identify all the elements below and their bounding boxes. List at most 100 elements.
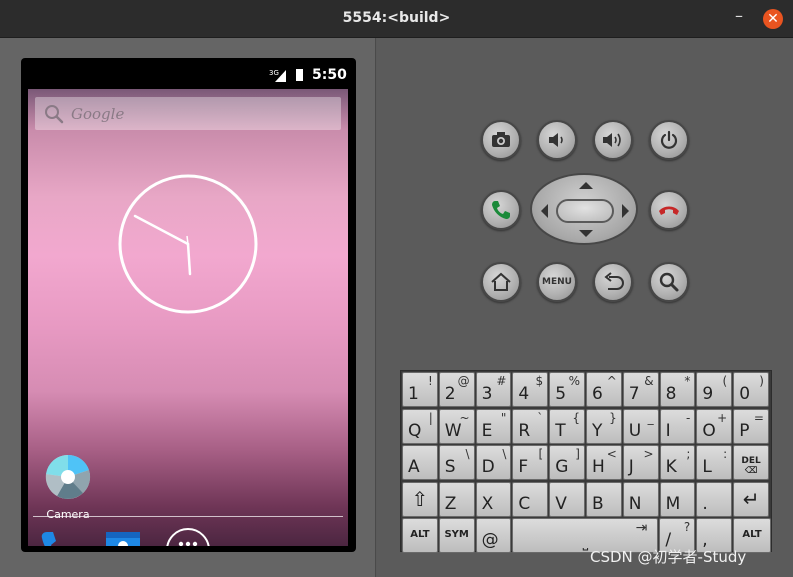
key-1-8[interactable]: O + xyxy=(696,408,733,444)
key-3-6[interactable]: N xyxy=(622,481,659,517)
key-2-7[interactable]: K; xyxy=(659,445,696,480)
key-2-2[interactable]: D \ xyxy=(475,445,512,480)
key-3-3[interactable]: C xyxy=(512,481,549,517)
key-2-4[interactable]: G] xyxy=(549,445,585,480)
key-1-4[interactable]: T{ xyxy=(549,408,585,444)
key-shift-label: > xyxy=(643,447,654,461)
volume-down-button[interactable] xyxy=(537,120,577,160)
google-search-bar[interactable]: Google xyxy=(35,97,341,130)
key-0-1[interactable]: 2 @ xyxy=(438,372,475,407)
key-1-0[interactable]: Q | xyxy=(402,408,438,444)
key-label: H xyxy=(592,457,605,477)
dpad-down-icon[interactable] xyxy=(579,230,593,237)
key-3-0[interactable]: ⇧ xyxy=(402,481,438,517)
device-screen[interactable]: 3G 5:50 Google Camera xyxy=(28,62,348,546)
volume-up-button[interactable] xyxy=(593,120,633,160)
key-3-7[interactable]: M xyxy=(659,481,696,517)
key-0-6[interactable]: 7 & xyxy=(622,372,659,407)
contacts-icon[interactable] xyxy=(103,529,143,546)
key-0-0[interactable]: 1! xyxy=(402,372,438,407)
search-button[interactable] xyxy=(649,262,689,302)
key-2-5[interactable]: H < xyxy=(586,445,622,480)
key-0-7[interactable]: 8 * xyxy=(659,372,696,407)
key-shift-label: } xyxy=(609,410,617,425)
camera-icon xyxy=(492,132,510,147)
key-shift-label: # xyxy=(496,374,507,388)
key-3-8[interactable]: . xyxy=(696,481,733,517)
analog-clock-widget[interactable] xyxy=(118,174,258,314)
menu-label: MENU xyxy=(542,277,572,287)
key-0-9[interactable]: 0) xyxy=(733,372,769,407)
dpad-center-button[interactable] xyxy=(556,199,614,223)
key-shift-label: % xyxy=(568,374,580,388)
key-2-3[interactable]: F[ xyxy=(512,445,549,480)
key-label: 2 xyxy=(444,384,456,404)
key-0-5[interactable]: 6 ^ xyxy=(586,372,622,407)
call-button[interactable] xyxy=(481,190,521,230)
window-titlebar: 5554:<build> – ✕ xyxy=(0,0,793,38)
key-label: 5 xyxy=(555,384,567,404)
key-label: V xyxy=(555,493,567,514)
watermark: CSDN @初学者-Study xyxy=(590,548,747,566)
key-1-1[interactable]: W ~ xyxy=(438,408,475,444)
key-label: O xyxy=(702,420,716,441)
app-drawer-icon[interactable] xyxy=(166,528,210,546)
key-1-6[interactable]: U _ xyxy=(622,408,659,444)
camera-button[interactable] xyxy=(481,120,521,160)
key-shift-label: : xyxy=(723,447,728,461)
close-button[interactable]: ✕ xyxy=(763,9,783,29)
key-3-2[interactable]: X xyxy=(475,481,512,517)
home-button[interactable] xyxy=(481,262,521,302)
search-icon xyxy=(659,272,679,292)
key-label: P xyxy=(739,420,750,441)
key-3-5[interactable]: B xyxy=(586,481,622,517)
key-0-3[interactable]: 4 $ xyxy=(512,372,549,407)
key-shift-label: ^ xyxy=(606,374,617,388)
key-shift-label: $ xyxy=(535,374,544,388)
phone-icon[interactable] xyxy=(38,528,80,546)
camera-shutter-icon[interactable] xyxy=(45,454,91,500)
menu-button[interactable]: MENU xyxy=(537,262,577,302)
key-shift-label: ; xyxy=(686,447,691,461)
key-1-3[interactable]: R ` xyxy=(512,408,549,444)
key-label: Q xyxy=(408,420,422,441)
dpad-right-icon[interactable] xyxy=(622,204,629,218)
qwerty-keyboard: 1! 2 @3 #4 $5% 6 ^ 7 & 8 * 9(0) Q | W ~ E " R ` T{Y} U _ I - O + P =… xyxy=(400,370,772,553)
back-button[interactable] xyxy=(593,262,633,302)
key-bottom-at[interactable]: @ xyxy=(475,518,512,553)
key-shift-label: ] xyxy=(575,447,580,461)
key-label: 7 xyxy=(628,384,640,404)
power-button[interactable] xyxy=(649,120,689,160)
key-2-6[interactable]: J > xyxy=(622,445,659,480)
key-1-5[interactable]: Y} xyxy=(586,408,622,444)
key-3-1[interactable]: Z xyxy=(438,481,475,517)
battery-icon xyxy=(296,69,303,81)
key-bottom-sym[interactable]: SYM xyxy=(438,518,475,553)
key-2-9[interactable]: DEL ⌫ xyxy=(733,445,769,480)
key-0-2[interactable]: 3 # xyxy=(475,372,512,407)
dpad[interactable] xyxy=(530,173,638,245)
key-2-0[interactable]: A xyxy=(402,445,438,480)
key-bottom-alt[interactable]: ALT xyxy=(402,518,438,553)
end-call-button[interactable] xyxy=(649,190,689,230)
key-label: 6 xyxy=(592,384,603,404)
dpad-up-icon[interactable] xyxy=(579,182,593,189)
key-label: U xyxy=(628,420,642,441)
key-1-7[interactable]: I- xyxy=(659,408,696,444)
key-1-9[interactable]: P = xyxy=(733,408,769,444)
key-3-9[interactable]: ↵ xyxy=(733,481,769,517)
key-0-8[interactable]: 9( xyxy=(696,372,733,407)
key-3-4[interactable]: V xyxy=(549,481,585,517)
key-0-4[interactable]: 5% xyxy=(549,372,585,407)
home-icon xyxy=(491,272,511,291)
key-label: 3 xyxy=(481,384,493,404)
key-2-1[interactable]: S \ xyxy=(438,445,475,480)
dpad-left-icon[interactable] xyxy=(541,204,548,218)
key-shift-label: = xyxy=(753,410,764,425)
key-2-8[interactable]: L: xyxy=(696,445,733,480)
minimize-button[interactable]: – xyxy=(731,8,747,27)
key-shift-label: < xyxy=(606,447,617,461)
key-label: 0 xyxy=(739,384,751,404)
signal-icon xyxy=(275,70,286,82)
key-1-2[interactable]: E " xyxy=(475,408,512,444)
